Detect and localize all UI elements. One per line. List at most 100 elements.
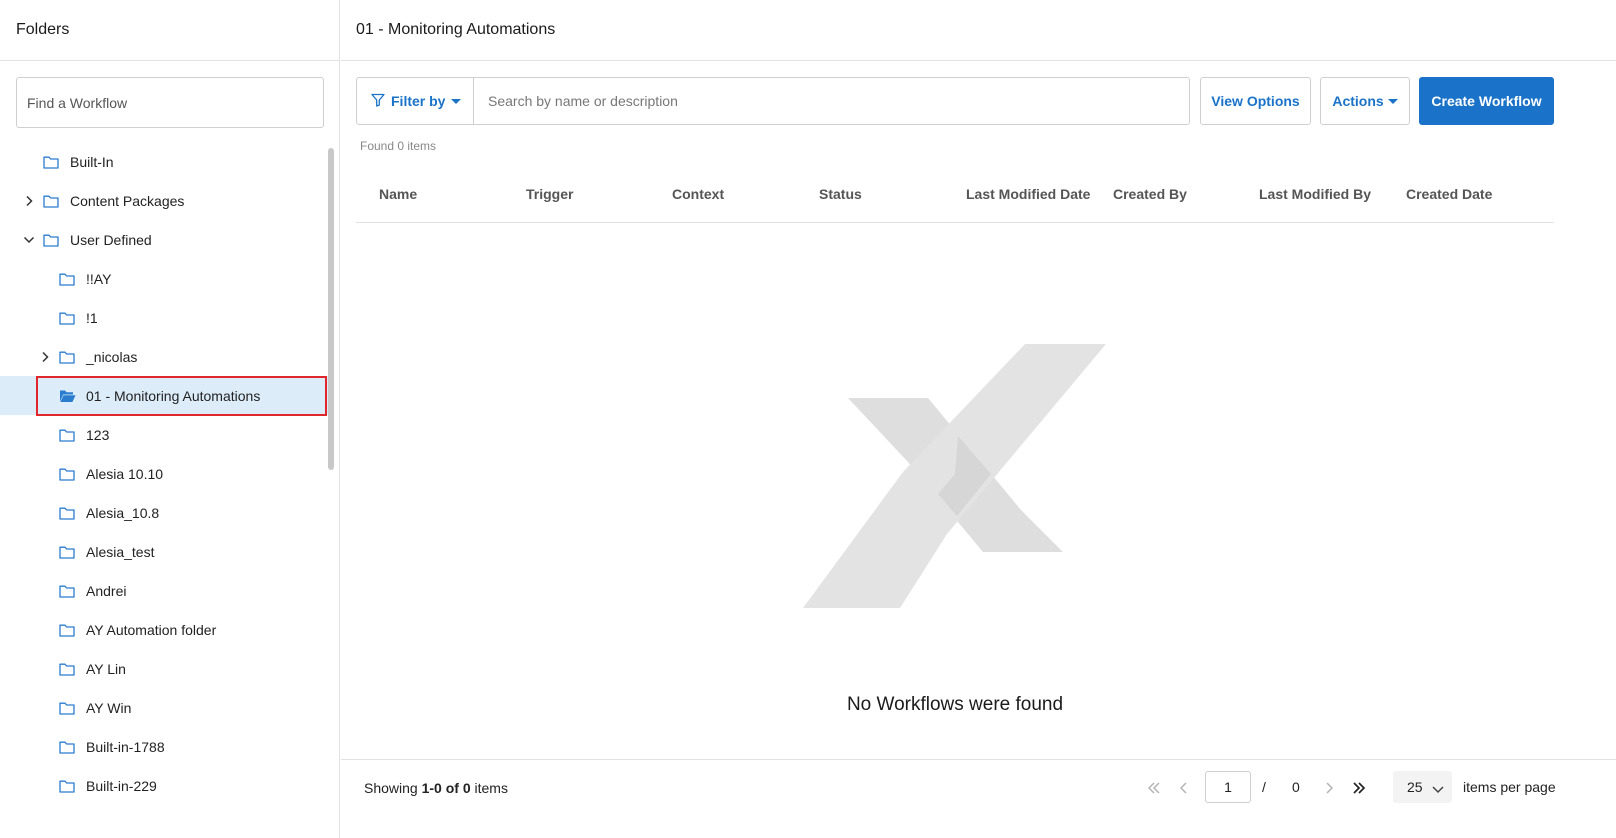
- showing-range: 1-0: [421, 780, 442, 796]
- filter-search-bar: Filter by: [356, 77, 1190, 125]
- page-title: 01 - Monitoring Automations: [356, 21, 556, 38]
- folder-icon: [59, 467, 75, 481]
- create-workflow-button[interactable]: Create Workflow: [1419, 77, 1554, 125]
- folder-tree-item[interactable]: Alesia_10.8: [0, 493, 328, 532]
- find-workflow-box: [16, 77, 324, 128]
- chevron-right-icon[interactable]: [39, 351, 51, 363]
- folder-tree-item-label: AY Win: [86, 699, 132, 716]
- column-header-last-modified-date[interactable]: Last Modified Date: [966, 186, 1090, 202]
- last-page-icon[interactable]: [1349, 778, 1369, 798]
- folder-tree-item[interactable]: 01 - Monitoring Automations: [0, 376, 328, 416]
- showing-prefix: Showing: [364, 780, 422, 796]
- sidebar-header: Folders: [0, 0, 339, 61]
- create-workflow-label: Create Workflow: [1431, 93, 1542, 109]
- view-options-button[interactable]: View Options: [1200, 77, 1311, 125]
- folder-tree-item[interactable]: 123: [0, 415, 328, 454]
- folder-icon: [59, 428, 75, 442]
- folder-open-icon: [59, 389, 76, 403]
- folder-tree-item[interactable]: Andrei: [0, 571, 328, 610]
- chevron-right-icon[interactable]: [23, 195, 35, 207]
- sidebar-scrollbar[interactable]: [328, 148, 334, 470]
- caret-down-icon: [451, 98, 462, 104]
- folder-tree: Built-In Content Packages User Defined !!AY…: [0, 142, 328, 805]
- actions-button[interactable]: Actions: [1320, 77, 1410, 125]
- folder-icon: [59, 506, 75, 520]
- folder-tree-item[interactable]: Built-in-229: [0, 766, 328, 805]
- folder-tree-item-label: !!AY: [86, 270, 112, 287]
- page-number-input[interactable]: [1205, 771, 1251, 803]
- items-per-page-select[interactable]: 25: [1393, 771, 1452, 803]
- folder-icon: [59, 272, 75, 286]
- folder-icon: [59, 584, 75, 598]
- folder-tree-item[interactable]: !1: [0, 298, 328, 337]
- view-options-label: View Options: [1211, 93, 1300, 109]
- folder-tree-item-label: User Defined: [70, 231, 152, 248]
- folder-tree-item-label: _nicolas: [86, 348, 138, 365]
- folder-icon: [59, 662, 75, 676]
- folder-tree-item-label: AY Automation folder: [86, 621, 217, 638]
- folder-tree-item[interactable]: User Defined: [0, 220, 328, 259]
- find-workflow-input[interactable]: [27, 94, 313, 111]
- folder-tree-item-label: Content Packages: [70, 192, 185, 209]
- folder-icon: [59, 779, 75, 793]
- showing-suffix: items: [470, 780, 508, 796]
- folder-tree-item[interactable]: AY Automation folder: [0, 610, 328, 649]
- main-panel: 01 - Monitoring Automations Filter by Vi…: [341, 0, 1616, 838]
- folder-tree-item[interactable]: AY Lin: [0, 649, 328, 688]
- folder-tree-item-label: Alesia 10.10: [86, 465, 164, 482]
- folder-tree-item[interactable]: Built-In: [0, 142, 328, 181]
- folder-tree-item[interactable]: Alesia 10.10: [0, 454, 328, 493]
- folder-icon: [59, 701, 75, 715]
- folder-tree-item-label: AY Lin: [86, 660, 126, 677]
- chevron-down-icon[interactable]: [23, 234, 35, 246]
- folder-tree-item[interactable]: Alesia_test: [0, 532, 328, 571]
- main-header: 01 - Monitoring Automations: [341, 0, 1616, 61]
- showing-total: 0: [462, 780, 471, 796]
- folder-tree-item-label: 123: [86, 426, 110, 443]
- found-count: Found 0 items: [360, 139, 437, 153]
- empty-state-message: No Workflows were found: [846, 694, 1064, 715]
- folder-tree-item[interactable]: Built-in-1788: [0, 727, 328, 766]
- folder-tree-item-label: Andrei: [86, 582, 127, 599]
- column-header-last-modified-by[interactable]: Last Modified By: [1259, 186, 1371, 202]
- folder-tree-item[interactable]: !!AY: [0, 259, 328, 298]
- empty-state-logo: [803, 344, 1106, 608]
- column-header-created-by[interactable]: Created By: [1113, 186, 1187, 202]
- folder-tree-item[interactable]: _nicolas: [0, 337, 328, 376]
- folder-tree-item[interactable]: AY Win: [0, 688, 328, 727]
- folder-tree-item-label: Alesia_test: [86, 543, 155, 560]
- first-page-icon[interactable]: [1144, 778, 1164, 798]
- next-page-icon[interactable]: [1319, 778, 1339, 798]
- showing-of: of: [441, 780, 463, 796]
- actions-label: Actions: [1332, 93, 1384, 109]
- filter-by-label: Filter by: [391, 93, 446, 109]
- column-header-status[interactable]: Status: [819, 186, 862, 202]
- folder-icon: [59, 350, 75, 364]
- folder-icon: [59, 740, 75, 754]
- filter-by-button[interactable]: Filter by: [357, 78, 474, 124]
- prev-page-icon[interactable]: [1174, 778, 1194, 798]
- workflow-search-input[interactable]: [474, 78, 1189, 124]
- caret-down-icon: [1387, 98, 1398, 104]
- page-separator: /: [1262, 779, 1266, 795]
- folder-icon: [43, 155, 59, 169]
- table-header: Name Trigger Context Status Last Modifie…: [356, 167, 1554, 223]
- chevron-down-icon: [1432, 781, 1444, 797]
- folder-tree-item-label: Built-in-1788: [86, 738, 165, 755]
- filter-icon: [371, 93, 385, 110]
- folder-icon: [43, 233, 59, 247]
- sidebar-title: Folders: [16, 21, 70, 38]
- items-per-page-value: 25: [1407, 779, 1423, 795]
- column-header-created-date[interactable]: Created Date: [1406, 186, 1492, 202]
- column-header-context[interactable]: Context: [672, 186, 724, 202]
- folder-icon: [59, 311, 75, 325]
- folder-tree-item-label: Built-in-229: [86, 777, 157, 794]
- folders-sidebar: Folders Built-In Content Packages User Def…: [0, 0, 340, 838]
- folder-tree-item-label: 01 - Monitoring Automations: [86, 387, 261, 404]
- column-header-trigger[interactable]: Trigger: [526, 186, 573, 202]
- total-pages: 0: [1292, 779, 1300, 795]
- folder-tree-item-label: !1: [86, 309, 98, 326]
- folder-icon: [59, 623, 75, 637]
- folder-tree-item[interactable]: Content Packages: [0, 181, 328, 220]
- column-header-name[interactable]: Name: [379, 186, 417, 202]
